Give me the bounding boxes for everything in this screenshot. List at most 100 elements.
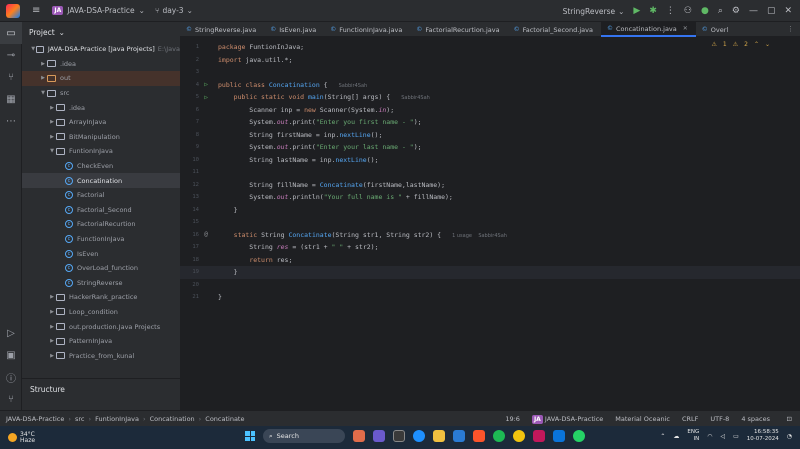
taskbar-search[interactable]: ⌕ Search bbox=[263, 429, 345, 443]
folder-icon[interactable]: ▭ bbox=[0, 22, 22, 44]
terminal-icon[interactable]: ▣ bbox=[0, 344, 22, 366]
code-line[interactable]: 5 ▷ public static void main(String[] args… bbox=[180, 91, 800, 104]
add-user-icon[interactable]: ⚇ bbox=[684, 6, 692, 16]
tree-item[interactable]: c FunctionInJava bbox=[22, 232, 180, 247]
chevron-right-icon[interactable]: ▶ bbox=[39, 61, 47, 67]
chevron-down-icon[interactable]: ▼ bbox=[48, 148, 56, 154]
task-view-icon[interactable] bbox=[393, 430, 405, 442]
copilot-icon[interactable] bbox=[353, 430, 365, 442]
code-line[interactable]: 7 System.out.print("Enter you first name… bbox=[180, 116, 800, 129]
chevron-down-icon[interactable]: ▼ bbox=[39, 90, 47, 96]
close-tab-icon[interactable]: ✕ bbox=[683, 25, 688, 32]
structure-panel[interactable]: Structure bbox=[22, 378, 180, 410]
code-line[interactable]: 15 bbox=[180, 216, 800, 229]
code-line[interactable]: 16 @ static String Concatinate(String str… bbox=[180, 229, 800, 242]
search-icon[interactable]: ⌕ bbox=[718, 6, 723, 16]
clock[interactable]: 16:58:35 10-07-2024 bbox=[747, 429, 779, 443]
more-icon[interactable]: ⋮ bbox=[666, 6, 675, 16]
edge-icon[interactable] bbox=[413, 430, 425, 442]
tree-item[interactable]: ▶ Loop_condition bbox=[22, 305, 180, 320]
debug-icon[interactable]: ✱ bbox=[649, 6, 657, 16]
tree-item[interactable]: ▶ HackerRank_practice bbox=[22, 290, 180, 305]
branch-switcher[interactable]: ⑂ day-3 ⌄ bbox=[155, 6, 193, 15]
editor-tab[interactable]: © FunctionInJava.java bbox=[324, 22, 410, 37]
code-line[interactable]: 13 System.out.println("Your full name is… bbox=[180, 191, 800, 204]
project-panel-header[interactable]: Project ⌄ bbox=[22, 22, 180, 42]
tree-item[interactable]: ▶ out.production.Java Projects bbox=[22, 319, 180, 334]
tree-item[interactable]: ▼ FuntionInJava bbox=[22, 144, 180, 159]
code-line[interactable]: 14 } bbox=[180, 204, 800, 217]
wifi-icon[interactable]: ◠ bbox=[707, 433, 712, 440]
tree-item[interactable]: c Factorial bbox=[22, 188, 180, 203]
file-explorer-icon[interactable] bbox=[433, 430, 445, 442]
code-line[interactable]: 12 String fillName = Concatinate(firstNa… bbox=[180, 179, 800, 192]
chevron-right-icon[interactable]: ▶ bbox=[48, 353, 56, 359]
code-line[interactable]: 20 bbox=[180, 279, 800, 292]
tree-item[interactable]: ▶ .idea bbox=[22, 57, 180, 72]
tree-item[interactable]: c Factorial_Second bbox=[22, 203, 180, 218]
spotify-icon[interactable] bbox=[493, 430, 505, 442]
editor-tab[interactable]: © Factorial_Second.java bbox=[508, 22, 601, 37]
code-line[interactable]: 2 import java.util.*; bbox=[180, 54, 800, 67]
git-icon[interactable]: ⑂ bbox=[0, 66, 22, 88]
tree-item[interactable]: ▶ out bbox=[22, 71, 180, 86]
tree-item[interactable]: ▼ JAVA-DSA-Practice [Java Projects] E:\Jav… bbox=[22, 42, 180, 57]
code-line[interactable]: 6 Scanner inp = new Scanner(System.in); bbox=[180, 104, 800, 117]
breadcrumb-item[interactable]: src bbox=[75, 415, 85, 423]
cloud-icon[interactable]: ☁ bbox=[673, 433, 679, 440]
minimize-icon[interactable]: — bbox=[749, 6, 758, 16]
chevron-right-icon[interactable]: ▶ bbox=[39, 75, 47, 81]
more-tools-icon[interactable]: ⋯ bbox=[0, 110, 22, 132]
intellij-taskbar-icon[interactable] bbox=[533, 430, 545, 442]
chevron-right-icon[interactable]: ▶ bbox=[48, 119, 56, 125]
tree-item[interactable]: c Concatination bbox=[22, 173, 180, 188]
volume-icon[interactable]: ◁ bbox=[720, 433, 725, 440]
vscode-icon[interactable] bbox=[553, 430, 565, 442]
indent-status[interactable]: 4 spaces bbox=[741, 415, 770, 423]
tree-item[interactable]: ▶ BitManipulation bbox=[22, 130, 180, 145]
tree-item[interactable]: ▶ ArrayInJava bbox=[22, 115, 180, 130]
maximize-icon[interactable]: ▢ bbox=[767, 6, 776, 16]
breadcrumb-item[interactable]: Concatination bbox=[150, 415, 195, 423]
code-line[interactable]: 10 String lastName = inp.nextLine(); bbox=[180, 154, 800, 167]
code-line[interactable]: 4 ▷ public class Concatination { Sabbir4Sa… bbox=[180, 79, 800, 92]
run-gutter-icon[interactable]: ▷ bbox=[199, 81, 213, 88]
annotation-gutter-icon[interactable]: @ bbox=[199, 231, 213, 238]
editor-tab[interactable]: © IsEven.java bbox=[264, 22, 324, 37]
code-line[interactable]: 21} bbox=[180, 291, 800, 304]
project-status[interactable]: JA JAVA-DSA-Practice bbox=[531, 414, 603, 424]
tree-item[interactable]: ▶ .idea bbox=[22, 100, 180, 115]
tabs-overflow-icon[interactable]: ⋮ bbox=[787, 25, 794, 33]
lock-icon[interactable]: ⊡ bbox=[787, 415, 792, 423]
inlay-hint[interactable]: Sabbir4Sah bbox=[398, 95, 430, 101]
structure-icon[interactable]: ▦ bbox=[0, 88, 22, 110]
assistant-icon[interactable]: ● bbox=[701, 6, 709, 16]
editor-tab[interactable]: © Overl bbox=[696, 22, 736, 37]
commit-icon[interactable]: ⊸ bbox=[0, 44, 22, 66]
meet-icon[interactable] bbox=[373, 430, 385, 442]
close-icon[interactable]: ✕ bbox=[784, 6, 792, 16]
language-indicator[interactable]: ENG IN bbox=[687, 429, 699, 443]
windows-start-icon[interactable] bbox=[245, 431, 255, 441]
code-line[interactable]: 11 bbox=[180, 166, 800, 179]
hamburger-menu-icon[interactable]: ≡ bbox=[32, 5, 40, 16]
brave-icon[interactable] bbox=[473, 430, 485, 442]
run-gutter-icon[interactable]: ▷ bbox=[199, 94, 213, 101]
breadcrumb-item[interactable]: Concatinate bbox=[205, 415, 244, 423]
caret-position[interactable]: 19:6 bbox=[505, 415, 520, 423]
weather-widget[interactable]: 34°C Haze bbox=[8, 431, 35, 444]
code-line[interactable]: 18 return res; bbox=[180, 254, 800, 267]
chevron-right-icon[interactable]: ▶ bbox=[48, 294, 56, 300]
git-log-icon[interactable]: ⑂ bbox=[0, 388, 22, 410]
chevron-right-icon[interactable]: ▶ bbox=[48, 309, 56, 315]
code-line[interactable]: 8 String firstName = inp.nextLine(); bbox=[180, 129, 800, 142]
run-icon[interactable]: ▶ bbox=[633, 6, 640, 16]
inlay-hint[interactable]: Sabbir4Sah bbox=[335, 83, 368, 89]
code-line[interactable]: 17 String res = (str1 + " " + str2); bbox=[180, 241, 800, 254]
tree-item[interactable]: ▶ Practice_from_kunal bbox=[22, 348, 180, 363]
project-switcher[interactable]: JA JAVA-DSA-Practice ⌄ bbox=[52, 6, 145, 15]
store-icon[interactable] bbox=[453, 430, 465, 442]
gear-icon[interactable]: ⚙ bbox=[732, 6, 740, 16]
breadcrumb-item[interactable]: JAVA-DSA-Practice bbox=[6, 415, 64, 423]
editor-tab[interactable]: © FactorialRecurtion.java bbox=[410, 22, 507, 37]
